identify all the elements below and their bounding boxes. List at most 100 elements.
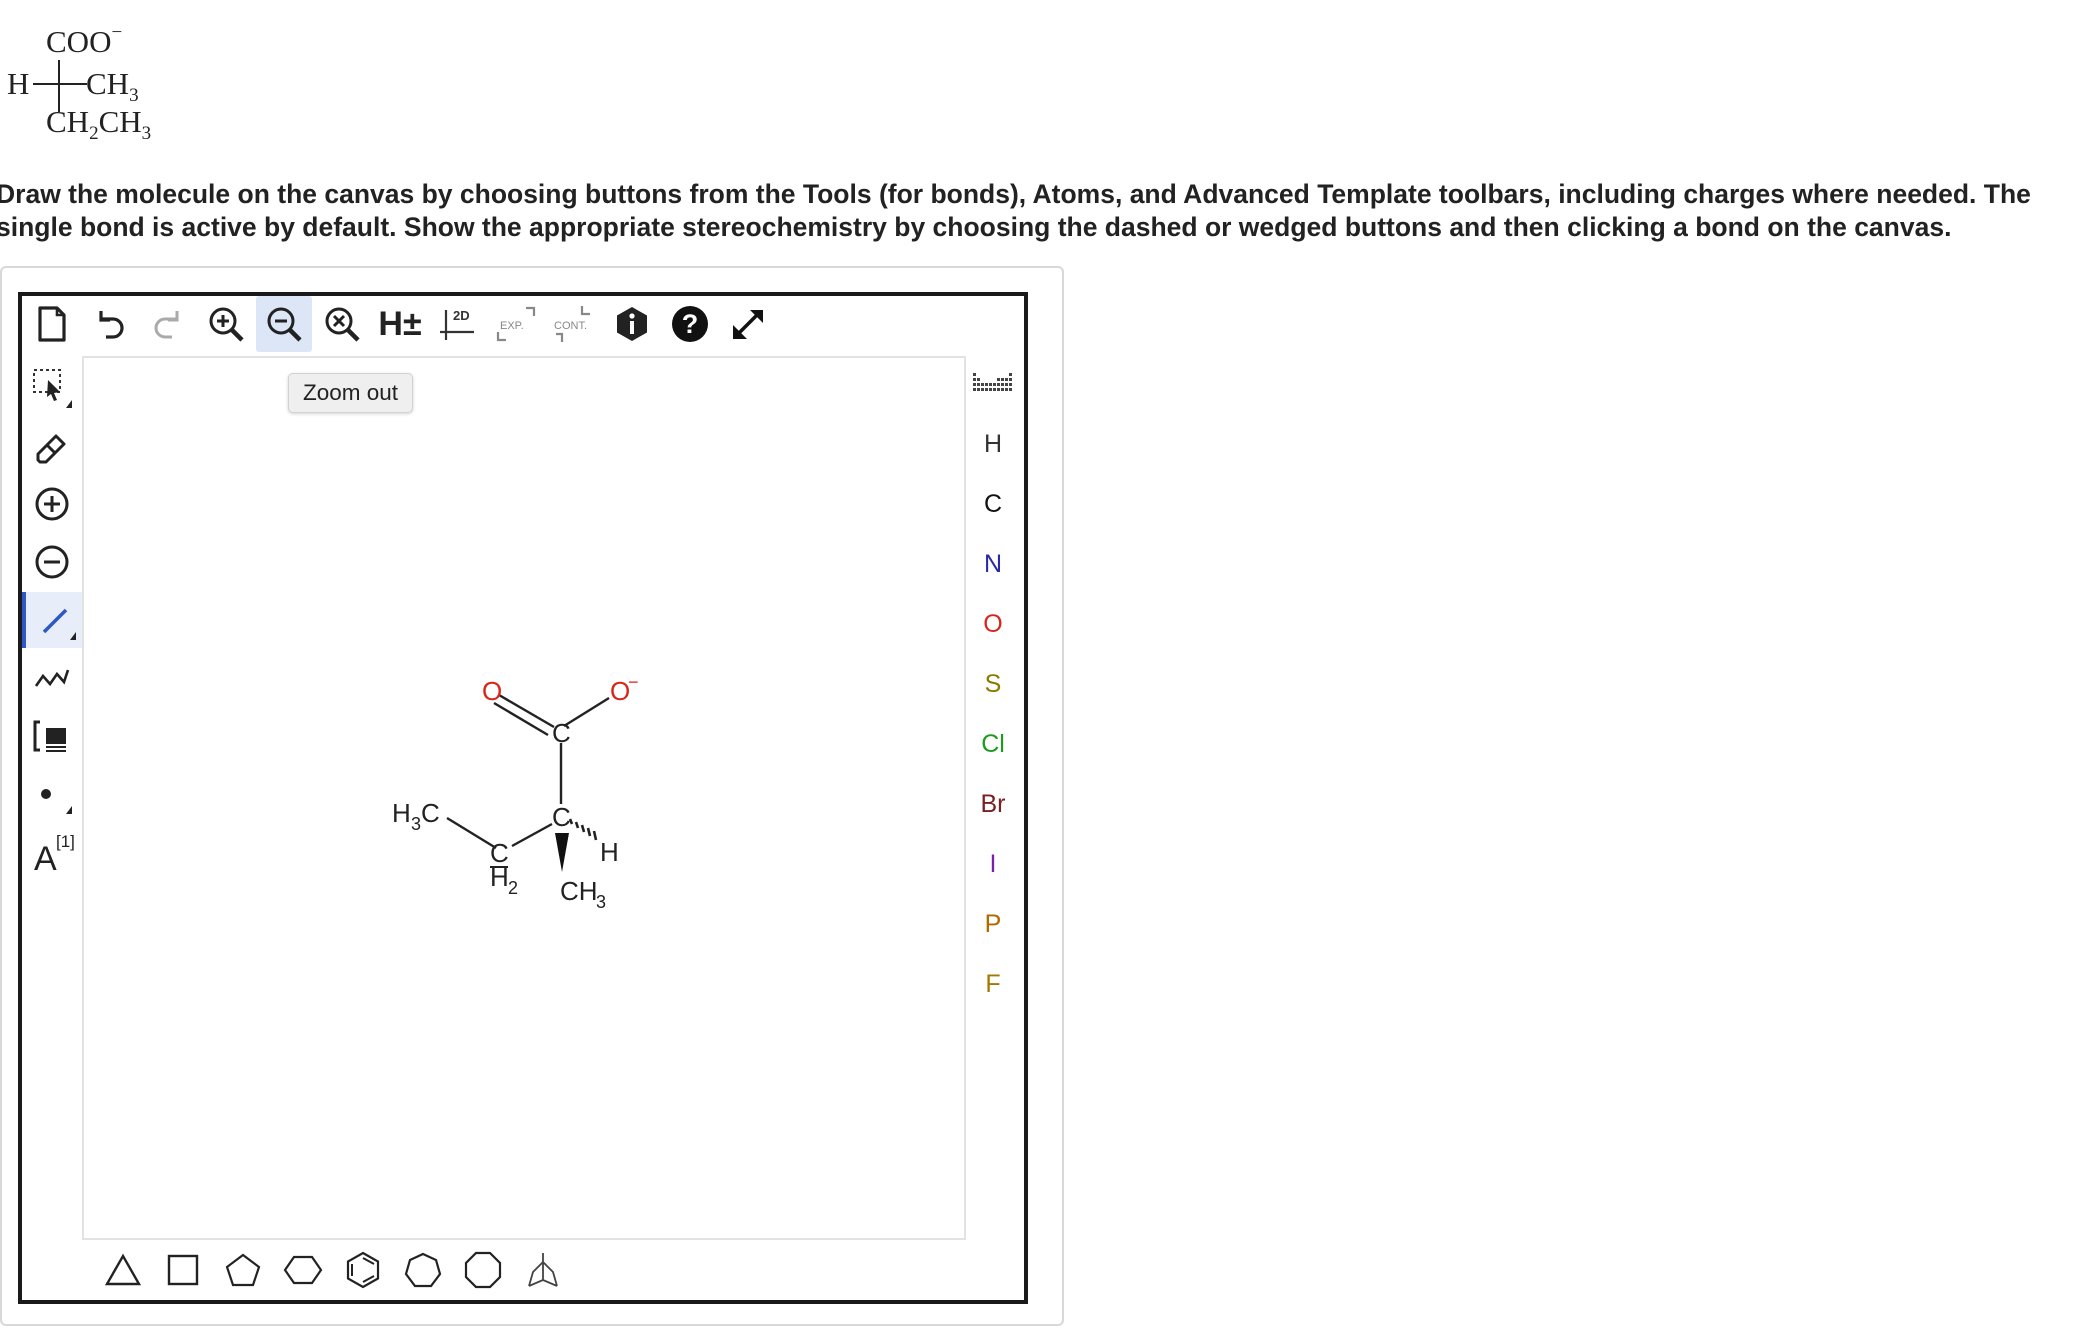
- help-button[interactable]: ?: [662, 296, 718, 352]
- methyl-label[interactable]: CH 3: [560, 876, 606, 912]
- oxygen-double-label[interactable]: O: [482, 676, 502, 706]
- select-tool-icon: [33, 369, 72, 408]
- octagon-icon: [464, 1251, 502, 1289]
- oxygen-charge-label: −: [628, 672, 639, 692]
- stereo-carbon-label[interactable]: C: [552, 802, 571, 832]
- cyclooctane-template-button[interactable]: [455, 1242, 511, 1298]
- fischer-left-group: H: [7, 66, 30, 101]
- atom-button-n[interactable]: N: [964, 536, 1022, 592]
- heptagon-icon: [404, 1252, 442, 1288]
- single-bond-button[interactable]: [22, 592, 86, 648]
- atom-button-f[interactable]: F: [964, 956, 1022, 1012]
- bonds: [446, 693, 610, 872]
- cyclopentane-template-button[interactable]: [215, 1242, 271, 1298]
- layout-2d-icon: 2D: [440, 308, 474, 340]
- text-label-icon: A [1]: [34, 832, 75, 878]
- eraser-icon: [36, 434, 66, 464]
- hydrogens-label: H±: [378, 304, 422, 343]
- atom-button-p[interactable]: P: [964, 896, 1022, 952]
- atom-button-c[interactable]: C: [964, 476, 1022, 532]
- zoom-reset-icon: [325, 307, 360, 342]
- info-button[interactable]: [604, 296, 660, 352]
- redo-button[interactable]: [140, 296, 196, 352]
- svg-text:2D: 2D: [453, 308, 470, 323]
- dashed-bond[interactable]: [568, 818, 598, 841]
- carboxyl-carbon-label[interactable]: C: [552, 718, 571, 748]
- bracket-tool-button[interactable]: [22, 708, 82, 764]
- periodic-table-button[interactable]: [964, 364, 1022, 408]
- molecule-drawing[interactable]: O O − C C H CH 3 H 3 C C H 2: [82, 356, 962, 1236]
- atom-button-cl[interactable]: Cl: [964, 716, 1022, 772]
- atom-button-h[interactable]: H: [964, 416, 1022, 472]
- zoom-reset-button[interactable]: [314, 296, 370, 352]
- atom-dot-button[interactable]: [22, 766, 82, 822]
- atom-button-o[interactable]: O: [964, 596, 1022, 652]
- cyclopropane-template-button[interactable]: [95, 1242, 151, 1298]
- fullscreen-button[interactable]: [720, 296, 776, 352]
- hexagon-icon: [283, 1255, 323, 1285]
- cycloheptane-template-button[interactable]: [395, 1242, 451, 1298]
- benzene-template-button[interactable]: [335, 1242, 391, 1298]
- hydrogens-button[interactable]: H±: [372, 296, 428, 352]
- svg-text:C: C: [421, 798, 440, 828]
- cyclohexane-template-button[interactable]: [275, 1242, 331, 1298]
- triangle-icon: [104, 1253, 142, 1286]
- select-tool-button[interactable]: [22, 360, 82, 416]
- hydrogen-label[interactable]: H: [600, 837, 619, 867]
- fullscreen-icon: [733, 310, 763, 339]
- cyclobutane-template-button[interactable]: [155, 1242, 211, 1298]
- zoom-in-icon: [209, 307, 244, 342]
- text-label-button[interactable]: A [1]: [22, 824, 82, 880]
- svg-text:H: H: [392, 798, 411, 828]
- pentagon-icon: [225, 1253, 261, 1287]
- atom-button-br[interactable]: Br: [964, 776, 1022, 832]
- h3c-label[interactable]: H 3 C: [392, 798, 440, 834]
- fischer-top-group: COO−: [46, 22, 123, 59]
- negative-charge-button[interactable]: [22, 534, 82, 590]
- fischer-right-group: CH3: [86, 66, 139, 106]
- help-icon: ?: [672, 306, 708, 342]
- fischer-projection: COO− H CH3 CH2CH3: [0, 0, 200, 160]
- square-icon: [167, 1254, 199, 1286]
- single-bond-icon: [42, 608, 76, 640]
- zoom-out-button[interactable]: [256, 296, 312, 352]
- svg-text:EXP.: EXP.: [500, 320, 524, 332]
- atom-button-s[interactable]: S: [964, 656, 1022, 712]
- expand-icon: EXP.: [496, 306, 536, 342]
- benzene-icon: [346, 1251, 380, 1289]
- bicyclic-template-button[interactable]: [515, 1242, 571, 1298]
- svg-text:CH: CH: [560, 876, 598, 906]
- layout-2d-button[interactable]: 2D: [430, 296, 486, 352]
- svg-text:3: 3: [596, 892, 606, 912]
- positive-charge-button[interactable]: [22, 476, 82, 532]
- redo-icon: [154, 311, 179, 339]
- eraser-tool-button[interactable]: [22, 418, 82, 474]
- new-document-icon: [38, 306, 66, 342]
- zoom-out-icon: [267, 307, 302, 342]
- contract-icon: CONT.: [554, 306, 590, 342]
- svg-text:H: H: [490, 862, 509, 892]
- atom-button-i[interactable]: I: [964, 836, 1022, 892]
- instructions-text: Draw the molecule on the canvas by choos…: [0, 179, 2031, 242]
- undo-icon: [99, 311, 124, 339]
- svg-text:CONT.: CONT.: [554, 320, 587, 332]
- chain-icon: [34, 669, 70, 687]
- bracket-icon: [33, 720, 66, 752]
- plus-charge-icon: [35, 487, 69, 521]
- contract-button[interactable]: CONT.: [546, 296, 602, 352]
- atom-dot-icon: [41, 789, 72, 814]
- zoom-out-tooltip: Zoom out: [288, 373, 414, 413]
- chain-tool-button[interactable]: [22, 650, 82, 706]
- expand-button[interactable]: EXP.: [488, 296, 544, 352]
- undo-button[interactable]: [82, 296, 138, 352]
- svg-text:2: 2: [508, 878, 518, 898]
- svg-text:3: 3: [411, 814, 421, 834]
- new-document-button[interactable]: [24, 296, 80, 352]
- svg-text:?: ?: [682, 309, 699, 339]
- zoom-in-button[interactable]: [198, 296, 254, 352]
- fischer-bottom-group: CH2CH3: [46, 104, 152, 144]
- top-toolbar: H± 2D EXP. CONT. ?: [18, 292, 1020, 354]
- periodic-table-icon: [973, 373, 1012, 391]
- wedge-bond[interactable]: [555, 833, 569, 872]
- ch2-label[interactable]: C H 2: [490, 838, 518, 898]
